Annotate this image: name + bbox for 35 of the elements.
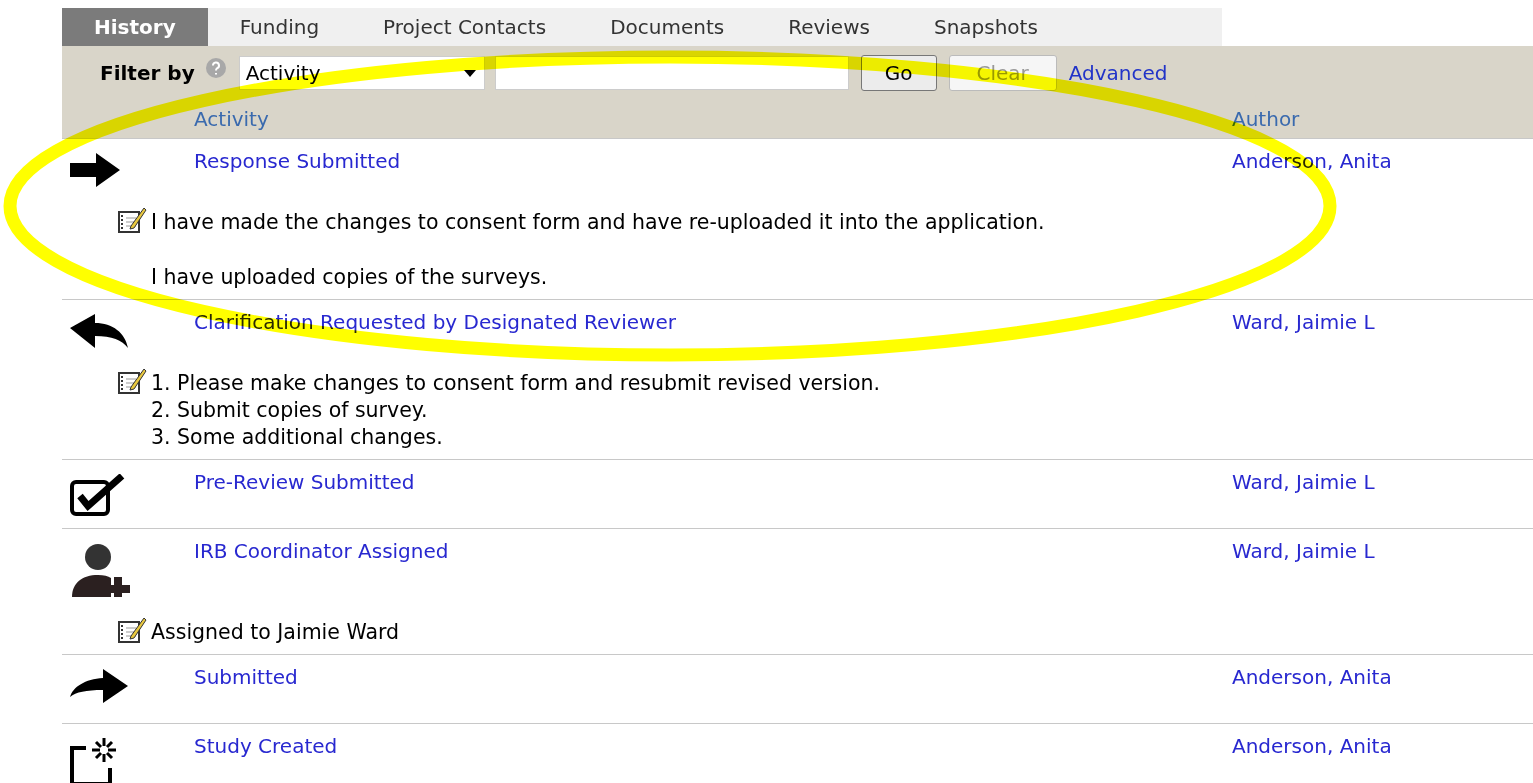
author-link[interactable]: Ward, Jaimie L — [1232, 470, 1375, 494]
note-pencil-icon — [117, 616, 147, 644]
activity-link[interactable]: Study Created — [194, 734, 1232, 758]
share-arrow-icon — [70, 669, 128, 703]
activity-link[interactable]: Submitted — [194, 665, 1232, 689]
note-pencil-icon — [117, 367, 147, 395]
note-pencil-icon — [117, 206, 147, 234]
note-text: 3. Some additional changes. — [151, 424, 444, 451]
help-icon[interactable] — [204, 57, 227, 79]
author-link[interactable]: Anderson, Anita — [1232, 734, 1392, 758]
activity-link[interactable]: Response Submitted — [194, 149, 1232, 173]
arrow-right-icon — [70, 153, 120, 187]
author-link[interactable]: Ward, Jaimie L — [1232, 539, 1375, 563]
advanced-link[interactable]: Advanced — [1068, 61, 1168, 85]
author-link[interactable]: Anderson, Anita — [1232, 665, 1392, 689]
activity-link[interactable]: IRB Coordinator Assigned — [194, 539, 1232, 563]
tab[interactable]: Project Contacts — [351, 8, 579, 46]
note-text: Assigned to Jaimie Ward — [151, 619, 400, 646]
tab[interactable]: Reviews — [756, 8, 902, 46]
activity-link[interactable]: Pre-Review Submitted — [194, 470, 1232, 494]
tab[interactable]: Funding — [207, 8, 352, 46]
column-header[interactable]: Author — [1232, 107, 1300, 131]
caret-icon — [463, 69, 476, 77]
note-text: I have made the changes to consent form and have re-uploaded it into the application. — [151, 209, 1045, 236]
tab[interactable]: Snapshots — [901, 8, 1070, 46]
tab[interactable]: History — [62, 8, 208, 46]
author-link[interactable]: Ward, Jaimie L — [1232, 310, 1375, 334]
note-text: 2. Submit copies of survey. — [151, 397, 429, 424]
tab[interactable]: Documents — [578, 8, 757, 46]
column-header[interactable]: Activity — [194, 107, 1232, 131]
filter-label: Filter by — [100, 61, 195, 85]
note-text: I have uploaded copies of the surveys. — [151, 264, 549, 291]
note-text: 1. Please make changes to consent form and resubmit revised version. — [151, 370, 881, 397]
checkbox-icon — [70, 474, 126, 516]
reply-arrow-icon — [70, 314, 128, 348]
